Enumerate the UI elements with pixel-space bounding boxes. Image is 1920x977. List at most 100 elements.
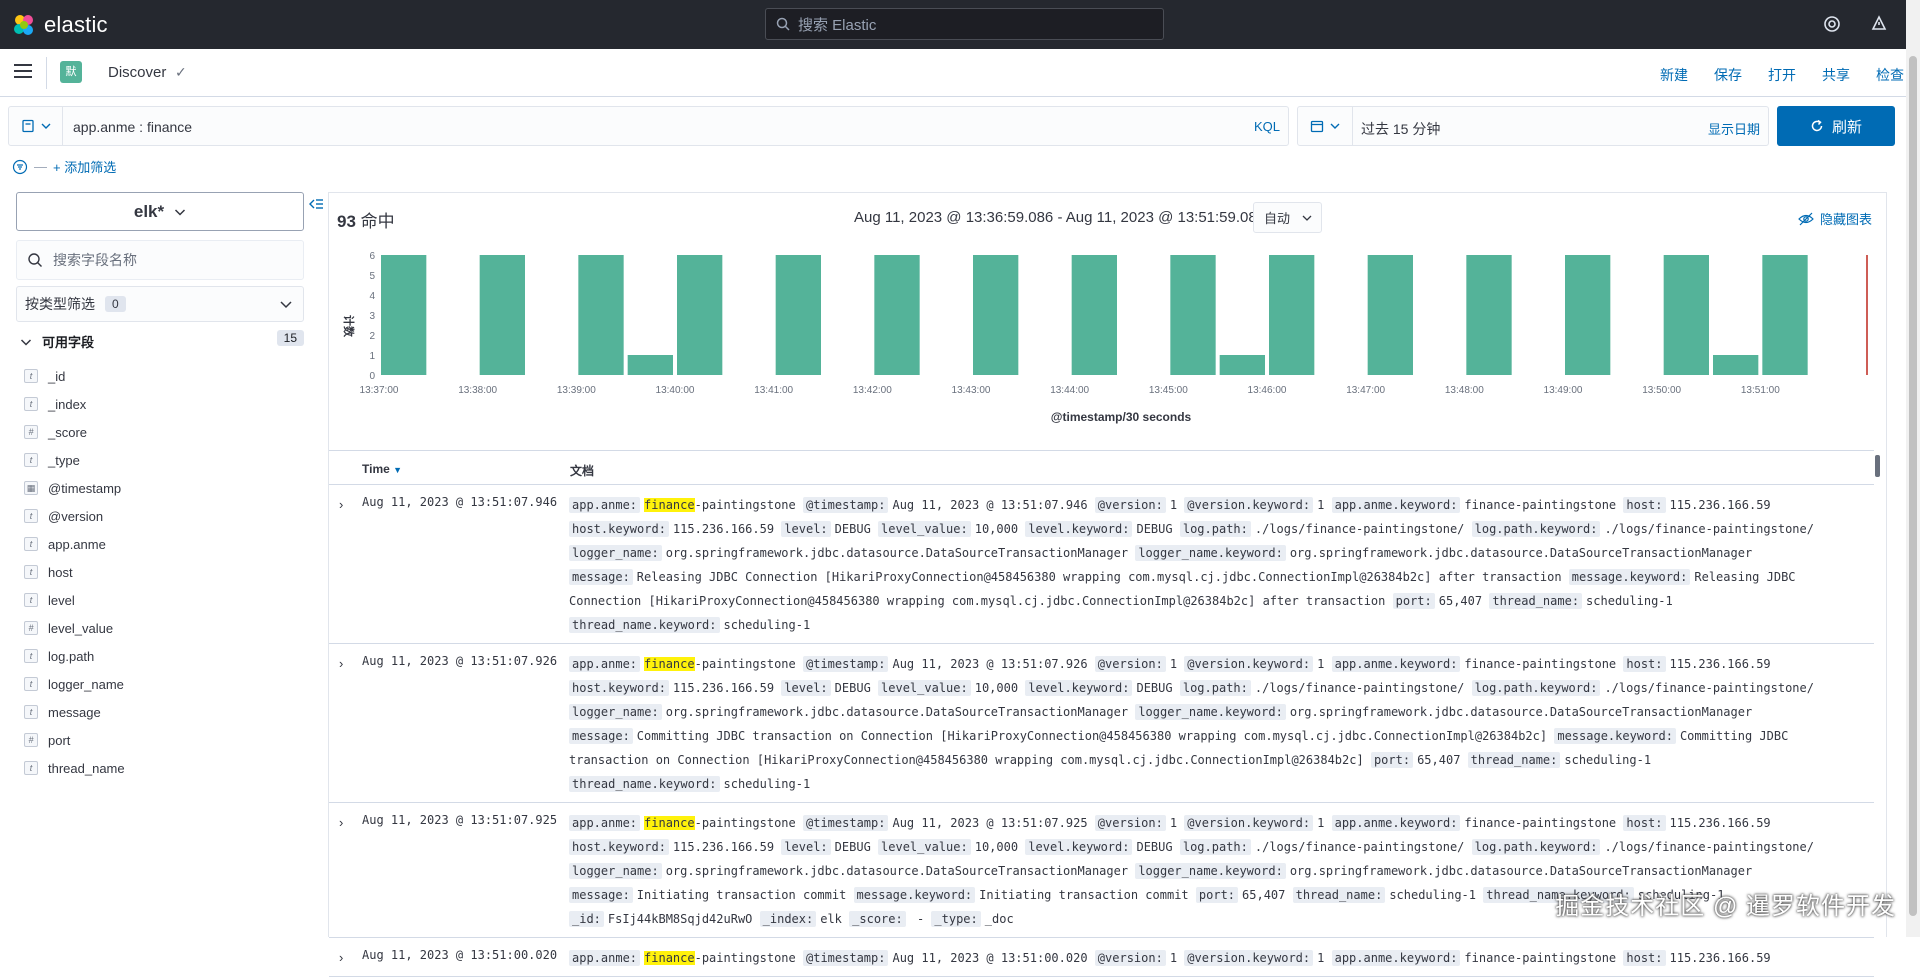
doc-field-key: message.keyword: xyxy=(854,887,976,903)
page-scrollbar[interactable] xyxy=(1906,0,1920,937)
field-item[interactable]: tthread_name xyxy=(24,754,304,782)
histogram-bar[interactable] xyxy=(578,255,623,375)
doc-field-key: app.anme: xyxy=(569,950,640,966)
filter-icon[interactable] xyxy=(12,159,28,175)
field-item[interactable]: #level_value xyxy=(24,614,304,642)
inspect-button[interactable]: 检查 xyxy=(1876,65,1904,85)
field-item[interactable]: thost xyxy=(24,558,304,586)
elastic-logo[interactable]: elastic xyxy=(12,12,108,38)
histogram-bar[interactable] xyxy=(1762,255,1807,375)
histogram-bar[interactable] xyxy=(1072,255,1117,375)
query-input[interactable]: app.anme : finance xyxy=(73,119,192,135)
doc-field-value: finance xyxy=(644,816,695,830)
doc-field-value-rest: -paintingstone xyxy=(695,951,796,965)
field-search-input[interactable]: 搜索字段名称 xyxy=(16,240,304,280)
elastic-logo-icon xyxy=(12,13,36,37)
field-item[interactable]: #_score xyxy=(24,418,304,446)
field-item[interactable]: t_id xyxy=(24,362,304,390)
field-item[interactable]: t_type xyxy=(24,446,304,474)
field-item[interactable]: tlogger_name xyxy=(24,670,304,698)
doc-field-key: level: xyxy=(781,680,830,696)
doc-field-value: ./logs/finance-paintingstone/ xyxy=(1255,681,1465,695)
string-field-icon: t xyxy=(24,369,38,383)
expand-row-icon[interactable]: › xyxy=(339,815,343,830)
app-badge[interactable]: 默 xyxy=(60,61,82,83)
doc-field-key: @timestamp: xyxy=(803,497,888,513)
histogram-bar[interactable] xyxy=(776,255,821,375)
histogram-bar[interactable] xyxy=(1664,255,1709,375)
field-name: @version xyxy=(48,509,103,524)
doc-field-value-rest: -paintingstone xyxy=(695,816,796,830)
global-search-input[interactable]: 搜索 Elastic xyxy=(765,8,1164,40)
histogram-bar[interactable] xyxy=(1466,255,1511,375)
quick-menu-button[interactable] xyxy=(1298,107,1353,145)
time-column-header[interactable]: Time ▼ xyxy=(362,462,402,476)
expand-row-icon[interactable]: › xyxy=(339,950,343,965)
index-pattern-selector[interactable]: elk* xyxy=(16,192,304,231)
histogram-bar[interactable] xyxy=(1368,255,1413,375)
histogram-bar[interactable] xyxy=(1170,255,1215,375)
doc-field-key: logger_name: xyxy=(569,704,662,720)
field-item[interactable]: t@version xyxy=(24,502,304,530)
expand-row-icon[interactable]: › xyxy=(339,656,343,671)
histogram-chart[interactable]: 0123456计数13:37:0013:38:0013:39:0013:40:0… xyxy=(329,241,1874,441)
menu-icon[interactable] xyxy=(14,64,32,78)
available-fields-header[interactable]: 可用字段 15 xyxy=(20,332,304,351)
doc-field-key: app.anme.keyword: xyxy=(1332,497,1461,513)
filter-by-type-button[interactable]: 按类型筛选 0 xyxy=(16,286,304,322)
histogram-bar[interactable] xyxy=(973,255,1018,375)
top-nav-menu: 新建 保存 打开 共享 检查 xyxy=(1660,65,1904,85)
doc-field-key: host: xyxy=(1623,950,1665,966)
sort-desc-icon[interactable]: ▼ xyxy=(393,465,402,475)
doc-field-value: DEBUG xyxy=(835,522,871,536)
x-tick-label: 13:48:00 xyxy=(1445,385,1484,396)
histogram-bar[interactable] xyxy=(1565,255,1610,375)
doc-field-key: host.keyword: xyxy=(569,521,669,537)
breadcrumb-discover[interactable]: Discover xyxy=(108,64,166,81)
field-item[interactable]: tlog.path xyxy=(24,642,304,670)
string-field-icon: t xyxy=(24,453,38,467)
table-scrollbar[interactable] xyxy=(1875,455,1880,477)
histogram-bar[interactable] xyxy=(677,255,722,375)
refresh-button[interactable]: 刷新 xyxy=(1777,106,1895,146)
newsfeed-icon[interactable] xyxy=(1869,14,1889,34)
collapse-sidebar-icon[interactable] xyxy=(308,196,324,212)
help-icon[interactable] xyxy=(1822,14,1842,34)
doc-field-key: @timestamp: xyxy=(803,950,888,966)
new-button[interactable]: 新建 xyxy=(1660,65,1688,85)
show-dates-link[interactable]: 显示日期 xyxy=(1708,119,1760,138)
histogram-bar[interactable] xyxy=(1220,355,1265,375)
field-item[interactable]: ▦@timestamp xyxy=(24,474,304,502)
histogram-bar[interactable] xyxy=(628,355,673,375)
open-button[interactable]: 打开 xyxy=(1768,65,1796,85)
doc-field-key: host.keyword: xyxy=(569,839,669,855)
saved-query-button[interactable] xyxy=(9,107,63,145)
date-picker[interactable]: 过去 15 分钟 显示日期 xyxy=(1297,106,1769,146)
histogram-bar[interactable] xyxy=(1713,355,1758,375)
field-item[interactable]: t_index xyxy=(24,390,304,418)
histogram-bar[interactable] xyxy=(480,255,525,375)
row-document: app.anme:finance-paintingstone @timestam… xyxy=(569,946,1869,970)
field-name: app.anme xyxy=(48,537,106,552)
field-item[interactable]: #port xyxy=(24,726,304,754)
add-filter-button[interactable]: + 添加筛选 xyxy=(53,157,116,176)
histogram-bar[interactable] xyxy=(1269,255,1314,375)
doc-field-key: logger_name.keyword: xyxy=(1135,545,1286,561)
x-tick-label: 13:38:00 xyxy=(458,385,497,396)
doc-field-value: Initiating transaction commit xyxy=(637,888,847,902)
kql-toggle[interactable]: KQL xyxy=(1254,119,1280,134)
field-item[interactable]: tmessage xyxy=(24,698,304,726)
field-item[interactable]: tapp.anme xyxy=(24,530,304,558)
field-item[interactable]: tlevel xyxy=(24,586,304,614)
query-bar[interactable]: app.anme : finance KQL xyxy=(8,106,1289,146)
table-row: ›Aug 11, 2023 @ 13:51:07.946app.anme:fin… xyxy=(329,485,1874,644)
share-button[interactable]: 共享 xyxy=(1822,65,1850,85)
save-button[interactable]: 保存 xyxy=(1714,65,1742,85)
hide-chart-button[interactable]: 隐藏图表 xyxy=(1798,209,1872,228)
expand-row-icon[interactable]: › xyxy=(339,497,343,512)
date-range-text[interactable]: 过去 15 分钟 xyxy=(1361,119,1440,139)
histogram-bar[interactable] xyxy=(381,255,426,375)
interval-select[interactable]: 自动 xyxy=(1253,202,1322,233)
doc-field-value: Releasing JDBC Connection [HikariProxyCo… xyxy=(637,570,1562,584)
histogram-bar[interactable] xyxy=(874,255,919,375)
